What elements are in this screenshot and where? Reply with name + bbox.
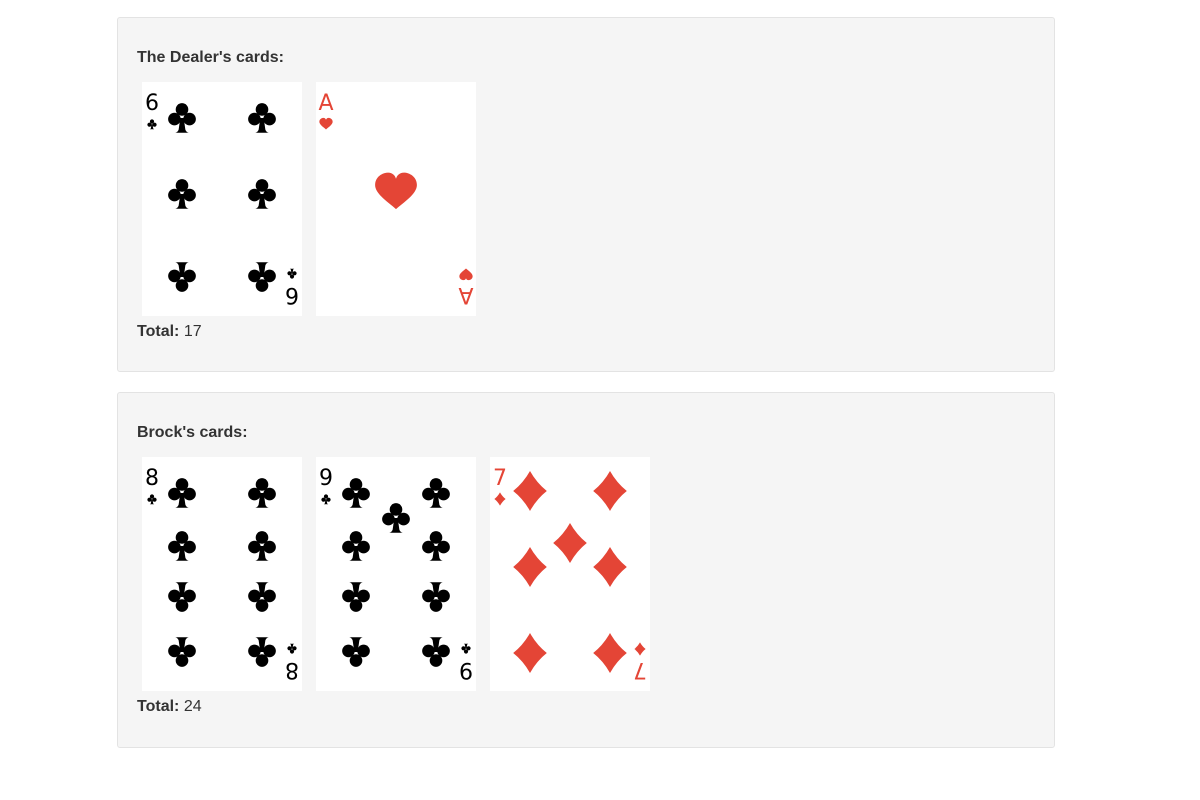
club-icon — [168, 103, 196, 133]
club-icon — [342, 582, 370, 612]
heart-icon — [375, 172, 417, 210]
card-face: 88 — [145, 466, 299, 682]
card-corner-index-bottom: A — [458, 268, 474, 307]
club-icon — [168, 637, 196, 667]
card-corner-index-top: 8 — [145, 466, 159, 505]
dealer-cards-title: The Dealer's cards: — [137, 49, 284, 66]
diamond-icon — [513, 471, 547, 511]
club-icon — [422, 637, 450, 667]
card-face: AA — [318, 91, 474, 307]
club-icon — [168, 262, 196, 292]
heart-icon — [459, 268, 473, 281]
card-corner-index-top: 9 — [319, 466, 333, 505]
club-icon — [422, 478, 450, 508]
club-icon — [248, 179, 276, 209]
card-rank-label: 8 — [145, 466, 159, 491]
dealer-total: Total: 17 — [137, 323, 202, 341]
heart-icon — [319, 117, 333, 130]
club-icon — [248, 262, 276, 292]
card-rank-label: 8 — [285, 657, 299, 682]
club-icon — [248, 531, 276, 561]
club-icon — [382, 503, 410, 533]
club-icon — [248, 478, 276, 508]
card-face: 99 — [319, 466, 473, 682]
diamond-icon — [553, 523, 587, 563]
playing-card: 88 — [142, 457, 302, 691]
club-icon — [422, 582, 450, 612]
card-corner-index-top: A — [318, 91, 334, 130]
club-icon — [461, 643, 471, 654]
playing-card: 66 — [142, 82, 302, 316]
player-total-value: 24 — [183, 698, 202, 715]
diamond-icon — [593, 633, 627, 673]
club-icon — [342, 478, 370, 508]
dealer-panel: The Dealer's cards: 66AA Total: 17 — [117, 17, 1055, 372]
club-icon — [422, 531, 450, 561]
card-rank-label: 7 — [493, 466, 507, 491]
diamond-icon — [634, 642, 646, 656]
club-icon — [168, 478, 196, 508]
dealer-total-label: Total: — [137, 323, 180, 340]
club-icon — [248, 637, 276, 667]
club-icon — [168, 531, 196, 561]
club-icon — [248, 582, 276, 612]
card-rank-label: 7 — [633, 657, 647, 682]
card-corner-index-top: 6 — [145, 91, 159, 130]
club-icon — [248, 103, 276, 133]
club-icon — [342, 531, 370, 561]
card-rank-label: 9 — [319, 466, 333, 491]
card-face: 77 — [493, 466, 647, 682]
diamond-icon — [593, 471, 627, 511]
player-panel: Brock's cards: 889977 Total: 24 — [117, 392, 1055, 748]
diamond-icon — [494, 492, 506, 506]
diamond-icon — [593, 547, 627, 587]
diamond-icon — [513, 633, 547, 673]
player-total-label: Total: — [137, 698, 180, 715]
card-rank-label: 6 — [145, 91, 159, 116]
card-rank-label: A — [458, 282, 473, 307]
club-icon — [287, 643, 297, 654]
club-icon — [321, 494, 331, 505]
card-rank-label: A — [318, 91, 333, 116]
club-icon — [287, 268, 297, 279]
club-icon — [147, 494, 157, 505]
player-total: Total: 24 — [137, 698, 202, 716]
card-corner-index-bottom: 8 — [285, 643, 299, 682]
club-icon — [168, 179, 196, 209]
dealer-total-value: 17 — [183, 323, 202, 340]
player-cards-title: Brock's cards: — [137, 424, 248, 441]
card-rank-label: 9 — [459, 657, 473, 682]
card-corner-index-bottom: 9 — [459, 643, 473, 682]
playing-card: 99 — [316, 457, 476, 691]
playing-card: 77 — [490, 457, 650, 691]
card-corner-index-bottom: 6 — [285, 268, 299, 307]
card-corner-index-top: 7 — [493, 466, 507, 506]
club-icon — [342, 637, 370, 667]
club-icon — [147, 119, 157, 130]
club-icon — [168, 582, 196, 612]
card-face: 66 — [145, 91, 299, 307]
playing-card: AA — [316, 82, 476, 316]
card-rank-label: 6 — [285, 282, 299, 307]
card-corner-index-bottom: 7 — [633, 642, 647, 682]
diamond-icon — [513, 547, 547, 587]
